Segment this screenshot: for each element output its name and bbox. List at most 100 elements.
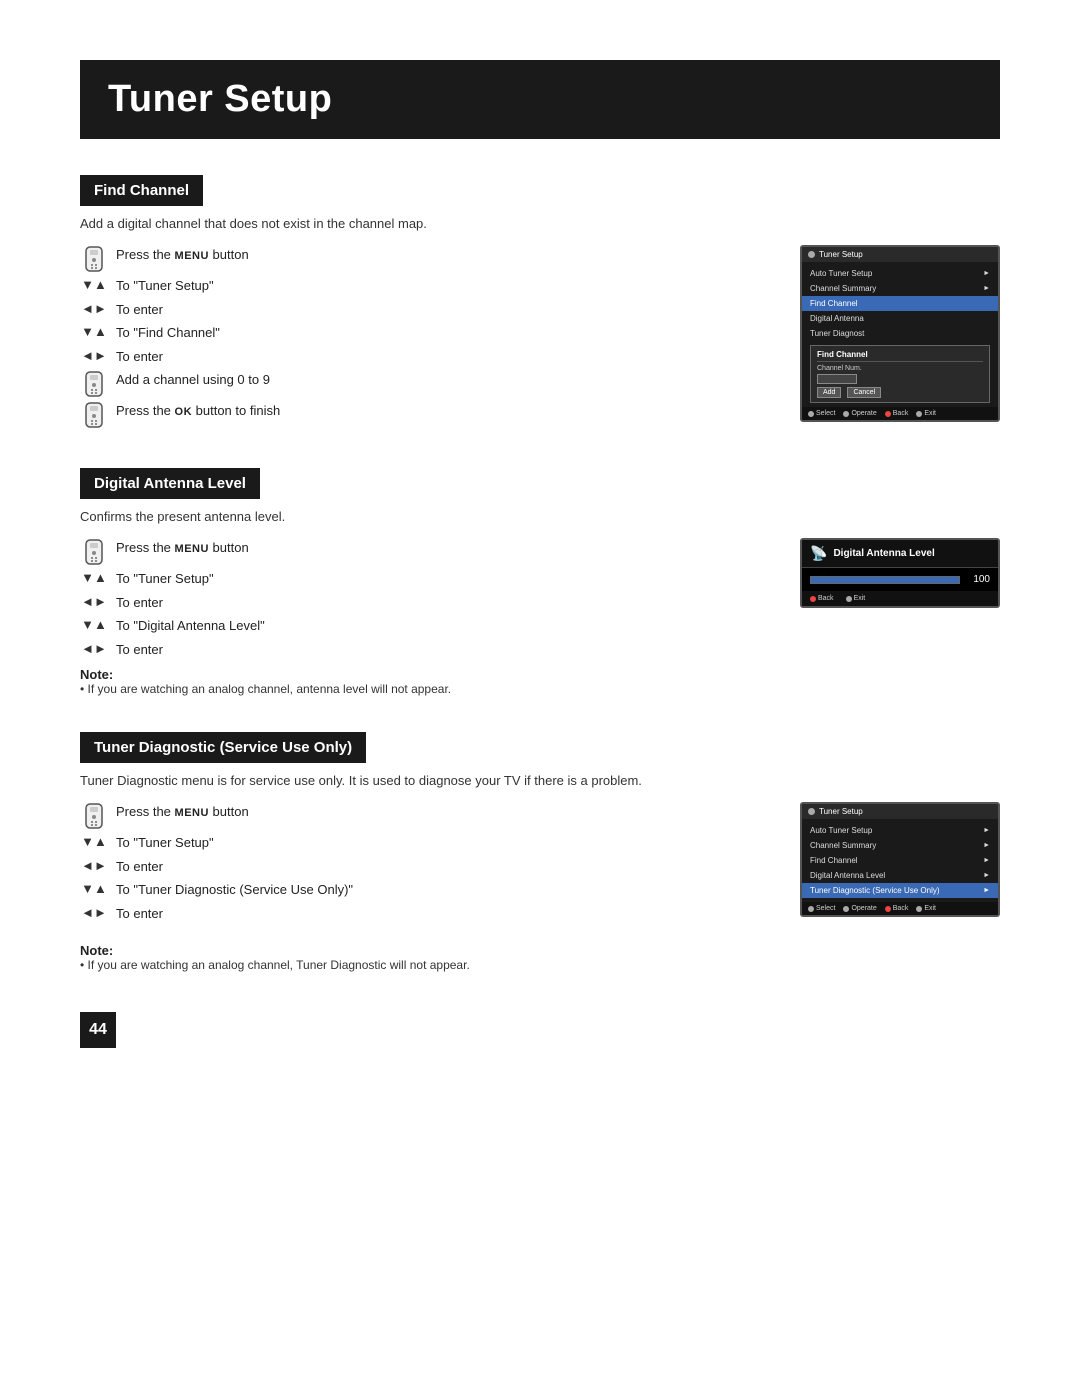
tv-menu-list: Auto Tuner Setup► Channel Summary► Find … [802,819,998,902]
arrow-ud-icon: ▼▲ [80,834,108,849]
tuner-diagnostic-instructions: Press the MENU button ▼▲ To "Tuner Setup… [80,802,1000,972]
note-label: Note: [80,943,770,958]
step-text: To "Tuner Setup" [116,833,770,853]
arrow-lr-icon: ◄► [80,905,108,920]
find-channel-header: Find Channel [80,175,203,206]
tv-footer-select: Select [808,905,835,912]
tuner-diagnostic-desc: Tuner Diagnostic menu is for service use… [80,773,1000,788]
arrow-ud-icon: ▼▲ [80,570,108,585]
arrow-lr-icon: ◄► [80,641,108,656]
digital-antenna-screenshot: 📡 Digital Antenna Level 100 Back [800,538,1000,608]
note-box: Note: • If you are watching an analog ch… [80,943,770,972]
step-row: ◄► To enter [80,857,770,877]
tv-channel-num-input [817,374,857,384]
step-text: To enter [116,857,770,877]
step-text: To enter [116,347,770,367]
tv-signal-icon [808,808,815,815]
step-text: To "Digital Antenna Level" [116,616,770,636]
remote-icon [80,539,108,565]
tv-popup-title: Find Channel [817,350,983,362]
tv-footer-back: Back [810,595,834,602]
page-title: Tuner Setup [80,60,1000,139]
tv-screen-diagnostic: Tuner Setup Auto Tuner Setup► Channel Su… [800,802,1000,917]
arrow-ud-icon: ▼▲ [80,277,108,292]
step-text: To "Tuner Diagnostic (Service Use Only)" [116,880,770,900]
tv-menu-item-highlighted: Find Channel [802,296,998,311]
tv-popup-row: Channel Num. [817,365,983,372]
step-row: ▼▲ To "Tuner Diagnostic (Service Use Onl… [80,880,770,900]
arrow-ud-icon: ▼▲ [80,881,108,896]
tv-footer-exit: Exit [916,905,936,912]
step-text: To enter [116,593,770,613]
tv-cancel-button: Cancel [847,387,881,398]
note-text: • If you are watching an analog channel,… [80,958,770,972]
step-row: ◄► To enter [80,347,770,367]
tv-footer-exit: Exit [916,410,936,417]
tv-footer-back: Back [885,410,909,417]
step-row: ▼▲ To "Tuner Setup" [80,833,770,853]
step-text: To "Tuner Setup" [116,276,770,296]
tuner-diagnostic-header: Tuner Diagnostic (Service Use Only) [80,732,366,763]
step-row: Press the OK button to finish [80,401,770,428]
find-channel-section: Find Channel Add a digital channel that … [80,175,1000,432]
remote-icon [80,246,108,272]
step-row: ▼▲ To "Find Channel" [80,323,770,343]
step-row: Press the MENU button [80,538,770,565]
tv-menu-item-highlighted: Tuner Diagnostic (Service Use Only)► [802,883,998,898]
tv-level-bar-bg [810,576,960,584]
step-row: ◄► To enter [80,640,770,660]
tv-popup-find-channel: Find Channel Channel Num. Add Cancel [810,345,990,403]
tv-menu-item: Channel Summary► [802,281,998,296]
step-row: ▼▲ To "Digital Antenna Level" [80,616,770,636]
tv-footer-operate: Operate [843,410,876,417]
tv-popup-input-row [817,374,983,384]
step-text: Press the OK button to finish [116,401,770,421]
arrow-lr-icon: ◄► [80,301,108,316]
find-channel-screenshot: Tuner Setup Auto Tuner Setup► Channel Su… [800,245,1000,422]
note-text: • If you are watching an analog channel,… [80,682,770,696]
step-row: Add a channel using 0 to 9 [80,370,770,397]
tv-footer: Select Operate Back Exit [802,902,998,915]
digital-antenna-steps: Press the MENU button ▼▲ To "Tuner Setup… [80,538,770,696]
step-row: ▼▲ To "Tuner Setup" [80,569,770,589]
page-number: 44 [80,1012,116,1048]
tv-menu-list: Auto Tuner Setup► Channel Summary► Find … [802,262,998,345]
find-channel-desc: Add a digital channel that does not exis… [80,216,1000,231]
tv-menu-item: Digital Antenna [802,311,998,326]
remote-icon [80,371,108,397]
tv-screen-antenna: 📡 Digital Antenna Level 100 Back [800,538,1000,608]
find-channel-steps: Press the MENU button ▼▲ To "Tuner Setup… [80,245,770,432]
remote-icon [80,402,108,428]
note-label: Note: [80,667,770,682]
step-row: ◄► To enter [80,300,770,320]
antenna-icon: 📡 [810,545,827,562]
tv-menu-item: Find Channel► [802,853,998,868]
tv-screen-find-channel: Tuner Setup Auto Tuner Setup► Channel Su… [800,245,1000,422]
tv-popup-buttons: Add Cancel [817,387,983,398]
arrow-ud-icon: ▼▲ [80,324,108,339]
tv-antenna-title-text: Digital Antenna Level [833,548,934,559]
arrow-lr-icon: ◄► [80,858,108,873]
digital-antenna-header: Digital Antenna Level [80,468,260,499]
tv-level-bar-fill [811,577,959,583]
tv-level-number: 100 [966,574,990,585]
tv-footer-back: Back [885,905,909,912]
tv-footer-select: Select [808,410,835,417]
tv-antenna-titlebar: 📡 Digital Antenna Level [802,540,998,568]
tv-title-text: Tuner Setup [819,807,863,816]
note-box: Note: • If you are watching an analog ch… [80,667,770,696]
find-channel-instructions: Press the MENU button ▼▲ To "Tuner Setup… [80,245,1000,432]
page-container: Tuner Setup Find Channel Add a digital c… [0,0,1080,1108]
step-row: ◄► To enter [80,904,770,924]
tv-titlebar: Tuner Setup [802,247,998,262]
step-row: ▼▲ To "Tuner Setup" [80,276,770,296]
tv-title-text: Tuner Setup [819,250,863,259]
step-text: Add a channel using 0 to 9 [116,370,770,390]
tv-menu-item: Auto Tuner Setup► [802,823,998,838]
tv-antenna-footer: Back Exit [802,591,998,606]
arrow-ud-icon: ▼▲ [80,617,108,632]
step-text: Press the MENU button [116,802,770,822]
step-row: ◄► To enter [80,593,770,613]
tv-menu-item: Tuner Diagnost [802,326,998,341]
step-text: Press the MENU button [116,245,770,265]
